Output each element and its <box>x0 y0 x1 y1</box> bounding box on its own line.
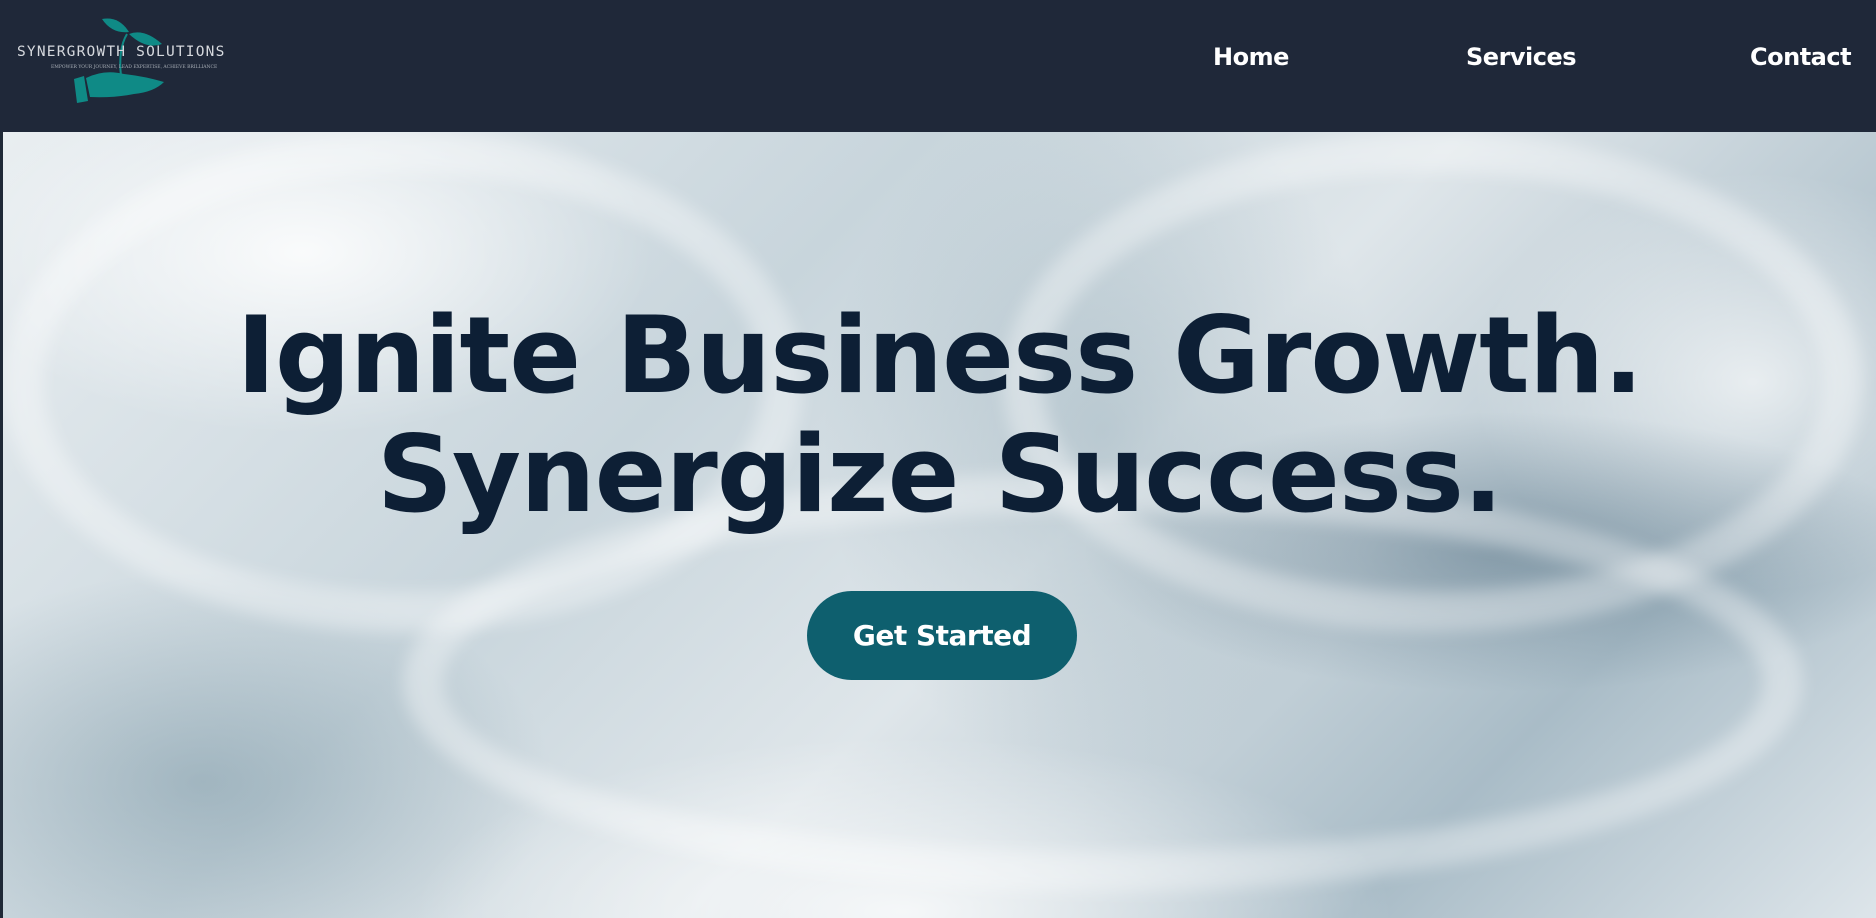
nav-home[interactable]: Home <box>1213 43 1289 71</box>
headline-line-1: Ignite Business Growth. <box>236 294 1643 417</box>
nav-services[interactable]: Services <box>1466 43 1577 71</box>
nav-contact[interactable]: Contact <box>1750 43 1852 71</box>
logo[interactable]: SYNERGROWTH SOLUTIONS EMPOWER YOUR JOURN… <box>14 14 234 104</box>
site-header: SYNERGROWTH SOLUTIONS EMPOWER YOUR JOURN… <box>0 0 1876 132</box>
get-started-button[interactable]: Get Started <box>807 591 1077 680</box>
hero-section: Ignite Business Growth. Synergize Succes… <box>3 132 1876 918</box>
brand-tagline: EMPOWER YOUR JOURNEY, LEAD EXPERTISE, AC… <box>51 65 218 70</box>
brand-name: SYNERGROWTH SOLUTIONS <box>17 44 226 60</box>
headline-line-2: Synergize Success. <box>376 413 1504 536</box>
